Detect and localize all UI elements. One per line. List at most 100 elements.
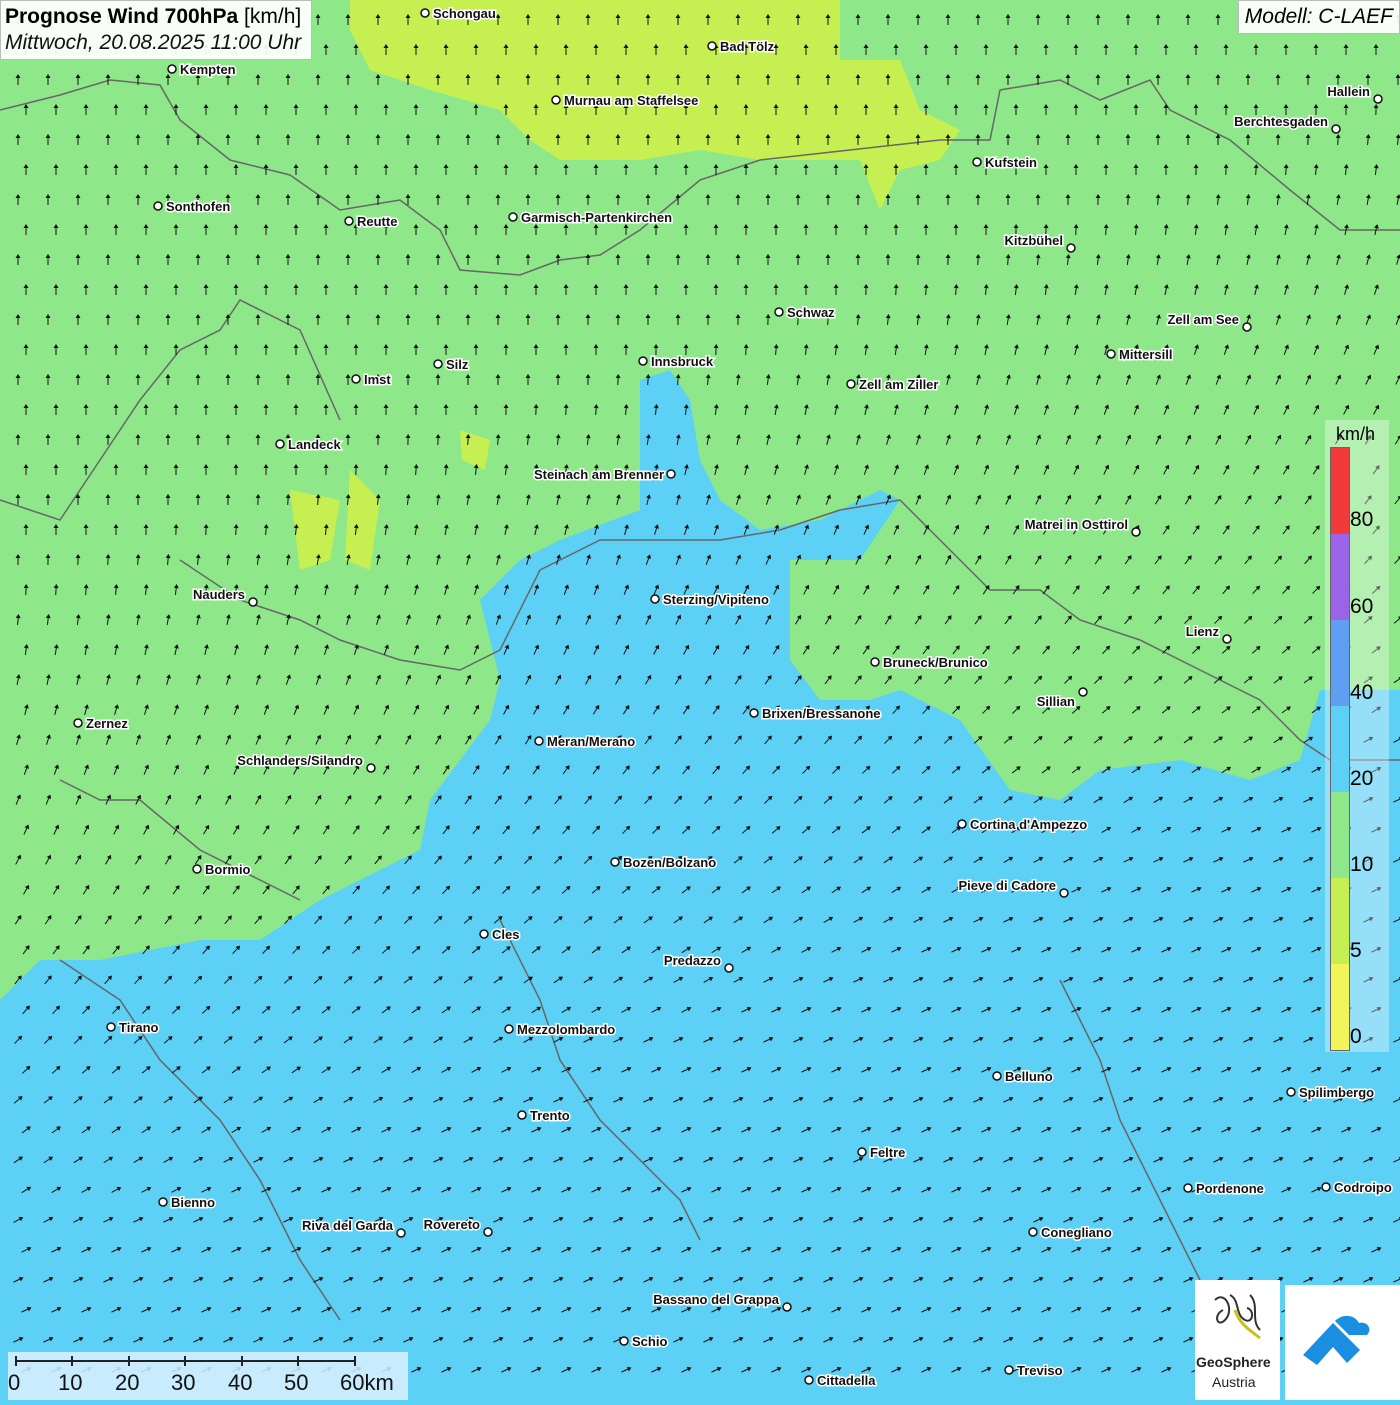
city-label: Imst	[364, 372, 391, 387]
city-label: Codroipo	[1334, 1180, 1392, 1195]
city-marker-icon	[775, 308, 783, 316]
city-label: Reutte	[357, 214, 397, 229]
city-label: Schwaz	[787, 305, 835, 320]
legend-seg-40-60	[1331, 620, 1349, 706]
city-label: Pordenone	[1196, 1181, 1264, 1196]
city-label: Pieve di Cadore	[958, 878, 1056, 893]
model-label: Modell: C-LAEF	[1238, 0, 1400, 34]
city-label: Conegliano	[1041, 1225, 1112, 1240]
city-marker-icon	[352, 375, 360, 383]
city-label: Mezzolombardo	[517, 1022, 615, 1037]
city-marker-icon	[1107, 350, 1115, 358]
scale-label: 20	[115, 1370, 139, 1396]
scale-label: 50	[284, 1370, 308, 1396]
city-label: Tirano	[119, 1020, 159, 1035]
city-marker-icon	[993, 1072, 1001, 1080]
city-marker-icon	[535, 737, 543, 745]
city-marker-icon	[973, 158, 981, 166]
scale-label: 60km	[340, 1370, 394, 1396]
city-marker-icon	[1223, 635, 1231, 643]
city-marker-icon	[847, 380, 855, 388]
city-label: Sillian	[1037, 694, 1075, 709]
city-label: Bassano del Grappa	[653, 1292, 779, 1307]
city-marker-icon	[1287, 1088, 1295, 1096]
city-marker-icon	[620, 1337, 628, 1345]
scale-tick	[15, 1356, 17, 1366]
city-marker-icon	[434, 360, 442, 368]
city-marker-icon	[611, 858, 619, 866]
city-marker-icon	[421, 9, 429, 17]
city-marker-icon	[871, 658, 879, 666]
city-label: Meran/Merano	[547, 734, 635, 749]
city-marker-icon	[505, 1025, 513, 1033]
city-marker-icon	[958, 820, 966, 828]
city-label: Mittersill	[1119, 347, 1172, 362]
geosphere-logo-icon	[1195, 1280, 1280, 1355]
legend-unit: km/h	[1336, 424, 1375, 445]
city-marker-icon	[276, 440, 284, 448]
city-marker-icon	[518, 1111, 526, 1119]
scale-tick	[128, 1356, 130, 1366]
city-marker-icon	[783, 1303, 791, 1311]
map-title-box: Prognose Wind 700hPa [km/h] Mittwoch, 20…	[0, 0, 312, 60]
legend-tick: 20	[1350, 767, 1373, 791]
city-label: Bienno	[171, 1195, 215, 1210]
city-label: Berchtesgaden	[1234, 114, 1328, 129]
city-label: Cittadella	[817, 1373, 876, 1388]
map-title-main: Prognose Wind 700hPa	[5, 5, 238, 28]
legend-seg-0-5	[1331, 964, 1349, 1050]
legend-seg-80plus	[1331, 448, 1349, 534]
scale-tick	[184, 1356, 186, 1366]
city-marker-icon	[552, 96, 560, 104]
city-label: Lienz	[1186, 624, 1220, 639]
city-marker-icon	[1132, 528, 1140, 536]
city-label: Cortina d'Ampezzo	[970, 817, 1087, 832]
legend-tick: 5	[1350, 939, 1362, 963]
legend-tick: 0	[1350, 1025, 1362, 1049]
city-marker-icon	[858, 1148, 866, 1156]
legend-seg-10-20	[1331, 792, 1349, 878]
city-label: Kempten	[180, 62, 236, 77]
city-marker-icon	[805, 1376, 813, 1384]
map-subtitle: Mittwoch, 20.08.2025 11:00 Uhr	[5, 31, 301, 55]
city-marker-icon	[750, 709, 758, 717]
city-label: Treviso	[1017, 1363, 1063, 1378]
legend-seg-5-10	[1331, 878, 1349, 964]
city-marker-icon	[725, 964, 733, 972]
scale-label: 10	[58, 1370, 82, 1396]
city-label: Cles	[492, 927, 519, 942]
city-marker-icon	[159, 1198, 167, 1206]
city-marker-icon	[651, 595, 659, 603]
legend-tick: 40	[1350, 681, 1373, 705]
legend-tick: 80	[1350, 508, 1373, 532]
scale-tick	[71, 1356, 73, 1366]
city-marker-icon	[345, 217, 353, 225]
city-marker-icon	[708, 42, 716, 50]
city-marker-icon	[1067, 244, 1075, 252]
scale-label: 0	[8, 1370, 20, 1396]
scale-tick	[241, 1356, 243, 1366]
city-marker-icon	[193, 865, 201, 873]
city-label: Rovereto	[424, 1217, 480, 1232]
city-marker-icon	[1079, 688, 1087, 696]
wind-map[interactable]: SchongauBad TölzKemptenMurnau am Staffel…	[0, 0, 1400, 1400]
city-marker-icon	[1374, 95, 1382, 103]
legend-seg-60-80	[1331, 534, 1349, 620]
city-label: Garmisch-Partenkirchen	[521, 210, 672, 225]
scale-tick	[297, 1356, 299, 1366]
city-label: Schio	[632, 1334, 667, 1349]
logo-text-austria: Austria	[1212, 1374, 1256, 1390]
city-label: Sterzing/Vipiteno	[663, 592, 769, 607]
weather-app-logo[interactable]	[1285, 1285, 1400, 1400]
city-label: Brixen/Bressanone	[762, 706, 881, 721]
legend-tick: 60	[1350, 595, 1373, 619]
city-label: Spilimbergo	[1299, 1085, 1374, 1100]
city-marker-icon	[397, 1229, 405, 1237]
city-label: Zell am See	[1167, 312, 1239, 327]
city-label: Feltre	[870, 1145, 905, 1160]
city-label: Bormio	[205, 862, 251, 877]
city-label: Kitzbühel	[1005, 233, 1064, 248]
city-marker-icon	[1029, 1228, 1037, 1236]
city-marker-icon	[107, 1023, 115, 1031]
city-label: Zernez	[86, 716, 128, 731]
